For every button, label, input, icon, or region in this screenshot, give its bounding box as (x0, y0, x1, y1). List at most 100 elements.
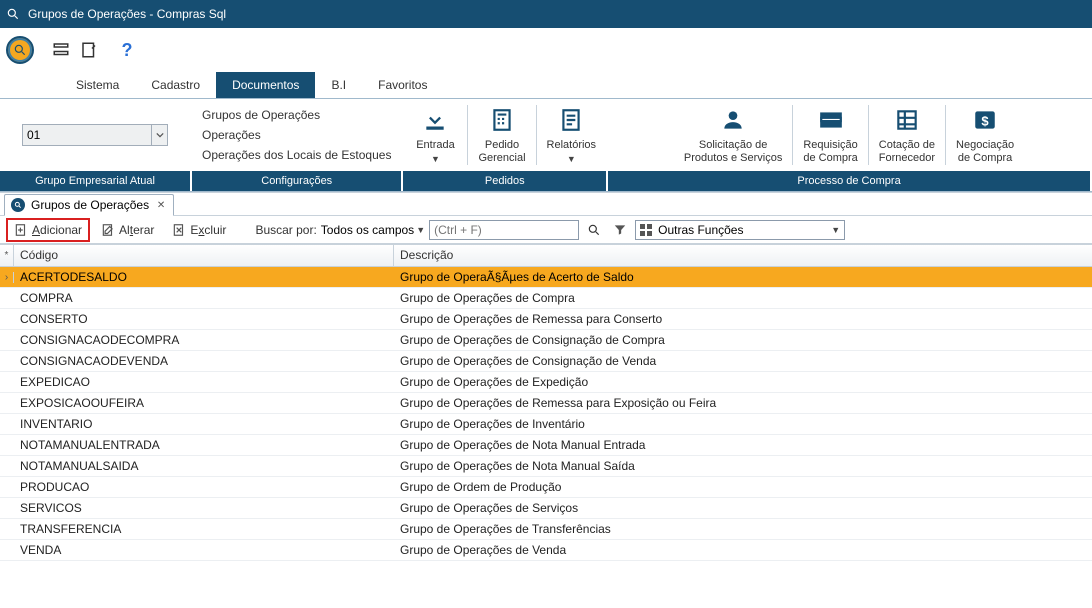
table-row[interactable]: CONSERTOGrupo de Operações de Remessa pa… (0, 309, 1092, 330)
table-row[interactable]: NOTAMANUALENTRADAGrupo de Operações de N… (0, 435, 1092, 456)
note-icon[interactable] (80, 41, 98, 59)
ribbon: Grupo Empresarial Atual Grupos de Operaç… (0, 98, 1092, 192)
table-row[interactable]: CONSIGNACAODECOMPRAGrupo de Operações de… (0, 330, 1092, 351)
table-row[interactable]: VENDAGrupo de Operações de Venda (0, 540, 1092, 561)
doc-tab-grupos[interactable]: Grupos de Operações ✕ (4, 194, 174, 216)
cell-codigo: CONSIGNACAODECOMPRA (14, 333, 394, 347)
cell-descricao: Grupo de OperaÃ§Ãµes de Acerto de Saldo (394, 270, 1092, 284)
ribbon-processo-money[interactable]: $Negociaçãode Compra (946, 99, 1024, 171)
cell-codigo: PRODUCAO (14, 480, 394, 494)
ribbon-pedidos-title: Pedidos (403, 171, 606, 191)
menu-documentos[interactable]: Documentos (216, 72, 315, 98)
menu-sistema[interactable]: Sistema (60, 72, 135, 98)
ribbon-processo-spread[interactable]: Cotação deFornecedor (869, 99, 945, 171)
download-icon (422, 107, 448, 133)
link-operacoes[interactable]: Operações (202, 125, 391, 145)
help-icon[interactable]: ? (118, 41, 136, 59)
cell-descricao: Grupo de Operações de Transferências (394, 522, 1092, 536)
doc-tab-close-icon[interactable]: ✕ (155, 199, 167, 211)
cell-codigo: NOTAMANUALSAIDA (14, 459, 394, 473)
svg-text:$: $ (981, 113, 989, 128)
doc-tab-strip: Grupos de Operações ✕ (0, 192, 1092, 216)
cell-descricao: Grupo de Operações de Inventário (394, 417, 1092, 431)
grid-icon (640, 224, 652, 236)
cell-descricao: Grupo de Operações de Consignação de Ven… (394, 354, 1092, 368)
cell-descricao: Grupo de Operações de Remessa para Expos… (394, 396, 1092, 410)
cell-codigo: COMPRA (14, 291, 394, 305)
ribbon-config-title: Configurações (192, 171, 401, 191)
ribbon-pedidos: Entrada ▼ PedidoGerencialRelatórios▼ Pedid… (403, 99, 608, 191)
cell-descricao: Grupo de Operações de Remessa para Conse… (394, 312, 1092, 326)
cell-codigo: VENDA (14, 543, 394, 557)
add-button[interactable]: Adicionar (6, 218, 90, 242)
cell-codigo: CONSIGNACAODEVENDA (14, 354, 394, 368)
table-row[interactable]: PRODUCAOGrupo de Ordem de Produção (0, 477, 1092, 498)
ribbon-pedidos-calc[interactable]: PedidoGerencial (468, 99, 535, 171)
search-button[interactable] (583, 219, 605, 241)
spread-icon (894, 107, 920, 133)
search-scope-combo[interactable]: Todos os campos ▼ (321, 223, 425, 237)
ribbon-processo-title: Processo de Compra (608, 171, 1090, 191)
calc-icon (489, 107, 515, 133)
cell-descricao: Grupo de Operações de Expedição (394, 375, 1092, 389)
ribbon-config: Grupos de Operações Operações Operações … (192, 99, 403, 191)
other-functions-combo[interactable]: Outras Funções ▼ (635, 220, 845, 240)
grid-gutter-head[interactable]: * (0, 245, 14, 266)
col-descricao[interactable]: Descrição (394, 245, 1092, 266)
search-input[interactable] (429, 220, 579, 240)
table-row[interactable]: ›ACERTODESALDOGrupo de OperaÃ§Ãµes de Ac… (0, 267, 1092, 288)
cell-descricao: Grupo de Operações de Compra (394, 291, 1092, 305)
ribbon-button-label: Entrada (416, 139, 455, 152)
table-row[interactable]: EXPOSICAOOUFEIRAGrupo de Operações de Re… (0, 393, 1092, 414)
chevron-down-icon: ▼ (567, 154, 576, 164)
title-bar: Grupos de Operações - Compras Sql (0, 0, 1092, 28)
ribbon-processo-person[interactable]: Solicitação deProdutos e Serviços (674, 99, 792, 171)
table-row[interactable]: NOTAMANUALSAIDAGrupo de Operações de Not… (0, 456, 1092, 477)
table-row[interactable]: INVENTARIOGrupo de Operações de Inventár… (0, 414, 1092, 435)
table-row[interactable]: CONSIGNACAODEVENDAGrupo de Operações de … (0, 351, 1092, 372)
money-icon: $ (972, 107, 998, 133)
table-row[interactable]: EXPEDICAOGrupo de Operações de Expedição (0, 372, 1092, 393)
edit-button[interactable]: Alterar (94, 219, 161, 241)
link-grupos-operacoes[interactable]: Grupos de Operações (202, 105, 391, 125)
menu-bi[interactable]: B.I (315, 72, 362, 98)
link-operacoes-locais[interactable]: Operações dos Locais de Estoques (202, 145, 391, 165)
doc-icon (558, 107, 584, 133)
grid-toolbar: Adicionar Alterar Excluir Buscar por: To… (0, 216, 1092, 244)
col-codigo[interactable]: Código (14, 245, 394, 266)
grupo-atual-input[interactable] (22, 124, 152, 146)
cell-codigo: EXPEDICAO (14, 375, 394, 389)
chevron-down-icon: ▼ (416, 225, 425, 235)
cell-descricao: Grupo de Operações de Nota Manual Entrad… (394, 438, 1092, 452)
cell-descricao: Grupo de Operações de Nota Manual Saída (394, 459, 1092, 473)
quick-access-bar: ? (0, 28, 1092, 72)
table-row[interactable]: COMPRAGrupo de Operações de Compra (0, 288, 1092, 309)
filter-button[interactable] (609, 219, 631, 241)
cell-codigo: TRANSFERENCIA (14, 522, 394, 536)
ribbon-grupo-atual-title: Grupo Empresarial Atual (0, 171, 190, 191)
cell-codigo: SERVICOS (14, 501, 394, 515)
delete-button[interactable]: Excluir (165, 219, 233, 241)
doc-tab-icon (11, 198, 25, 212)
cell-descricao: Grupo de Operações de Serviços (394, 501, 1092, 515)
ribbon-pedidos-doc[interactable]: Relatórios▼ (537, 99, 607, 171)
card-icon (818, 107, 844, 133)
menu-favoritos[interactable]: Favoritos (362, 72, 443, 98)
layout-icon[interactable] (52, 41, 70, 59)
cell-descricao: Grupo de Ordem de Produção (394, 480, 1092, 494)
cell-codigo: ACERTODESALDO (14, 270, 394, 284)
chevron-down-icon: ▼ (431, 154, 440, 164)
menu-cadastro[interactable]: Cadastro (135, 72, 216, 98)
ribbon-processo-card[interactable]: Requisiçãode Compra (793, 99, 867, 171)
table-row[interactable]: SERVICOSGrupo de Operações de Serviços (0, 498, 1092, 519)
ribbon-pedidos-download[interactable]: Entrada ▼ (403, 99, 467, 171)
menu-tabs: Sistema Cadastro Documentos B.I Favorito… (0, 72, 1092, 98)
ribbon-grupo-atual: Grupo Empresarial Atual (0, 99, 192, 191)
grupo-atual-dropdown[interactable] (152, 124, 168, 146)
delete-icon (172, 223, 186, 237)
app-logo[interactable] (6, 36, 34, 64)
cell-descricao: Grupo de Operações de Venda (394, 543, 1092, 557)
table-row[interactable]: TRANSFERENCIAGrupo de Operações de Trans… (0, 519, 1092, 540)
ribbon-button-label: Solicitação deProdutos e Serviços (684, 139, 782, 165)
cell-descricao: Grupo de Operações de Consignação de Com… (394, 333, 1092, 347)
